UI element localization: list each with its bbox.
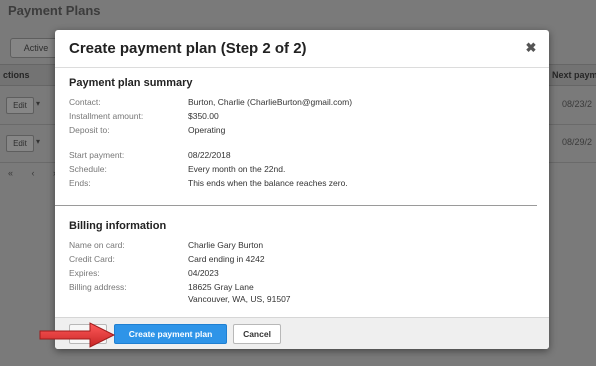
credit-card-label: Credit Card:: [69, 254, 115, 264]
section-divider: [55, 205, 537, 206]
installment-amount-label: Installment amount:: [69, 111, 144, 121]
create-payment-plan-dialog: Create payment plan (Step 2 of 2) ✖ Paym…: [55, 30, 549, 349]
edit-button[interactable]: Edit: [6, 97, 34, 114]
page-title: Payment Plans: [8, 3, 101, 18]
deposit-to-value: Operating: [188, 125, 226, 135]
next-payment-date: 08/29/2: [562, 137, 593, 147]
chevron-down-icon[interactable]: ▾: [36, 99, 40, 108]
billing-address-label: Billing address:: [69, 282, 127, 292]
dialog-title: Create payment plan (Step 2 of 2): [69, 40, 307, 57]
edit-button[interactable]: Edit: [6, 135, 34, 152]
expires-label: Expires:: [69, 268, 100, 278]
contact-label: Contact:: [69, 97, 101, 107]
installment-amount-value: $350.00: [188, 111, 219, 121]
red-arrow-icon: [39, 322, 116, 348]
ends-value: This ends when the balance reaches zero.: [188, 178, 348, 188]
start-payment-label: Start payment:: [69, 150, 125, 160]
credit-card-value: Card ending in 4242: [188, 254, 265, 264]
dialog-header: Create payment plan (Step 2 of 2) ✖: [55, 30, 549, 68]
deposit-to-label: Deposit to:: [69, 125, 110, 135]
ends-label: Ends:: [69, 178, 91, 188]
cancel-button[interactable]: Cancel: [233, 324, 281, 344]
contact-value: Burton, Charlie (CharlieBurton@gmail.com…: [188, 97, 353, 107]
summary-heading: Payment plan summary: [69, 77, 193, 89]
expires-value: 04/2023: [188, 268, 219, 278]
next-payment-date: 08/23/2: [562, 99, 593, 109]
billing-address-line1: 18625 Gray Lane: [188, 282, 254, 292]
dialog-footer: Create payment plan Cancel: [55, 317, 549, 349]
name-on-card-label: Name on card:: [69, 240, 125, 250]
billing-address-line2: Vancouver, WA, US, 91507: [188, 294, 291, 304]
billing-heading: Billing information: [69, 220, 167, 232]
start-payment-value: 08/22/2018: [188, 150, 231, 160]
schedule-label: Schedule:: [69, 164, 107, 174]
name-on-card-value: Charlie Gary Burton: [188, 240, 264, 250]
create-payment-plan-button[interactable]: Create payment plan: [114, 324, 227, 344]
column-header-actions: ctions: [3, 70, 30, 80]
close-icon[interactable]: ✖: [523, 40, 539, 56]
chevron-down-icon[interactable]: ▾: [36, 137, 40, 146]
schedule-value: Every month on the 22nd.: [188, 164, 286, 174]
column-header-next-payment: Next paym: [552, 70, 596, 80]
